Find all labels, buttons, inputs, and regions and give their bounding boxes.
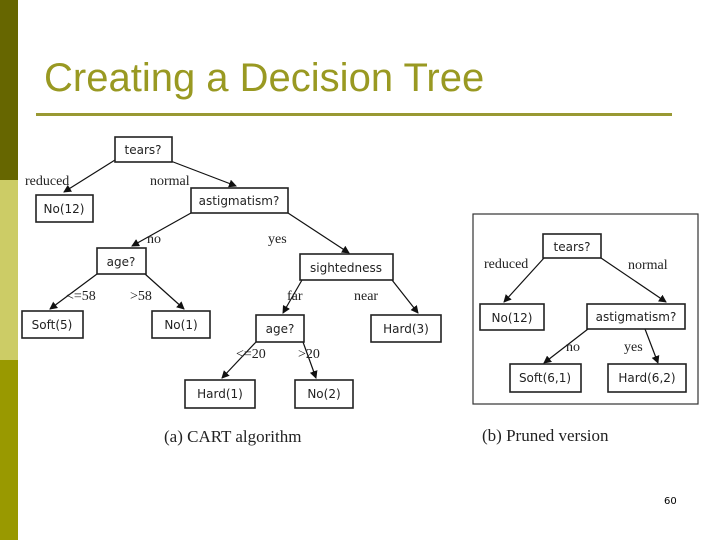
caption-pruned: (b) Pruned version [482, 426, 609, 445]
pruned-node-hard62: Hard(6,2) [607, 363, 687, 393]
edge-label-far: far [287, 289, 303, 304]
edge-label-p-no: no [566, 340, 580, 355]
edge-p-astig-yes [644, 328, 660, 364]
node-hard3-label: Hard(3) [383, 322, 429, 336]
node-age2-label: age? [266, 322, 295, 336]
pruned-tree: reduced normal no yes tears? No(12) asti… [472, 213, 699, 445]
pruned-node-astigmatism: astigmatism? [586, 303, 686, 330]
node-age: age? [96, 247, 147, 275]
edge-label-p-yes: yes [624, 340, 643, 355]
node-hard3: Hard(3) [370, 314, 442, 343]
page-number: 60 [664, 496, 677, 507]
node-soft5: Soft(5) [21, 310, 84, 339]
node-age2: age? [255, 314, 305, 343]
node-hard1: Hard(1) [184, 379, 256, 409]
cart-tree: reduced normal no yes <=58 >58 far near … [21, 136, 442, 446]
pruned-node-hard62-label: Hard(6,2) [618, 371, 675, 385]
edge-label-reduced: reduced [25, 174, 69, 189]
node-tears-label: tears? [125, 143, 162, 157]
edge-label-no: no [147, 232, 161, 247]
node-hard1-label: Hard(1) [197, 387, 243, 401]
pruned-node-tears: tears? [542, 233, 602, 259]
node-sightedness: sightedness [299, 253, 394, 281]
pruned-node-soft61: Soft(6,1) [509, 363, 582, 393]
edge-label-near: near [354, 289, 378, 304]
edge-label-le20: <=20 [236, 347, 266, 362]
node-no1: No(1) [151, 310, 211, 339]
node-tears: tears? [114, 136, 173, 163]
edge-astig-no [131, 212, 192, 247]
node-no1-label: No(1) [164, 318, 197, 332]
node-no12-label: No(12) [44, 202, 85, 216]
node-astigmatism-label: astigmatism? [199, 194, 280, 208]
edge-label-gt58: >58 [130, 289, 152, 304]
node-soft5-label: Soft(5) [32, 318, 73, 332]
pruned-node-tears-label: tears? [554, 240, 591, 254]
edge-label-gt20: >20 [298, 347, 320, 362]
node-no12: No(12) [35, 194, 94, 223]
edge-label-p-normal: normal [628, 258, 668, 273]
edge-label-yes: yes [268, 232, 287, 247]
edge-label-le58: <=58 [66, 289, 96, 304]
pruned-node-no12: No(12) [479, 303, 545, 331]
node-no2: No(2) [294, 379, 354, 409]
edge-astig-yes [287, 212, 350, 254]
pruned-node-soft61-label: Soft(6,1) [519, 371, 571, 385]
decision-tree-figure: reduced normal no yes <=58 >58 far near … [21, 136, 699, 446]
node-age-label: age? [107, 255, 136, 269]
node-no2-label: No(2) [307, 387, 340, 401]
edge-label-normal: normal [150, 174, 190, 189]
edge-tears-reduced [63, 159, 116, 193]
pruned-node-no12-label: No(12) [492, 311, 533, 325]
edge-label-p-reduced: reduced [484, 257, 528, 272]
caption-cart: (a) CART algorithm [164, 427, 301, 446]
pruned-node-astigmatism-label: astigmatism? [596, 310, 677, 324]
edge-sight-near [391, 279, 419, 314]
node-sightedness-label: sightedness [310, 261, 382, 275]
node-astigmatism: astigmatism? [190, 187, 289, 214]
